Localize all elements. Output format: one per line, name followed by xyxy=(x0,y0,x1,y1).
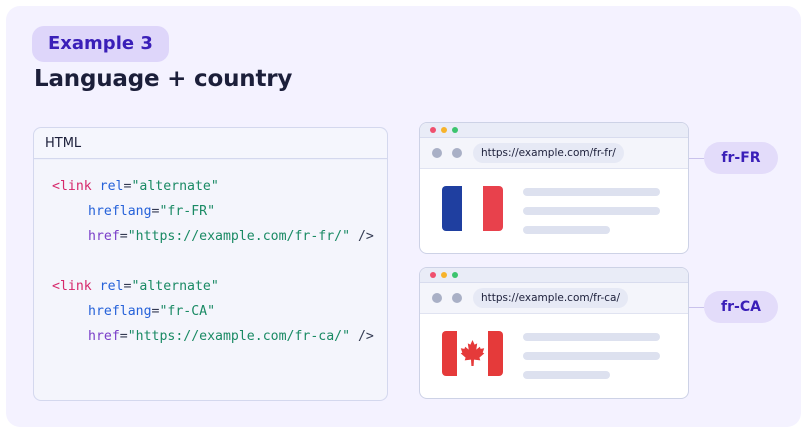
tag-name: <link xyxy=(52,179,92,194)
attr-value: "fr-CA" xyxy=(159,304,216,319)
connector-line xyxy=(689,307,705,308)
code-line: href="https://example.com/fr-ca/" /> xyxy=(88,329,374,344)
browser-titlebar xyxy=(420,123,688,138)
language-chip-fr-ca: fr-CA xyxy=(704,291,778,323)
browser-titlebar xyxy=(420,268,688,283)
minimize-dot-icon xyxy=(441,272,447,278)
browser-navbar: https://example.com/fr-ca/ xyxy=(420,283,688,314)
placeholder-text-line xyxy=(523,371,610,379)
browser-navbar: https://example.com/fr-fr/ xyxy=(420,138,688,169)
placeholder-text-line xyxy=(523,352,660,360)
tag-close: /> xyxy=(357,329,374,344)
back-icon xyxy=(432,148,442,158)
code-line: <link rel="alternate" xyxy=(52,279,219,294)
placeholder-text-line xyxy=(523,188,660,196)
minimize-dot-icon xyxy=(441,127,447,133)
browser-content xyxy=(420,314,688,398)
connector-line xyxy=(689,158,705,159)
code-line: href="https://example.com/fr-fr/" /> xyxy=(88,229,374,244)
browser-content xyxy=(420,169,688,253)
equals-sign: = xyxy=(119,229,128,244)
code-line: <link rel="alternate" xyxy=(52,179,219,194)
attr-value: "https://example.com/fr-fr/" xyxy=(127,229,351,244)
browser-window-fr-fr: https://example.com/fr-fr/ xyxy=(419,122,689,254)
attr-value: "alternate" xyxy=(131,179,219,194)
attr-name: rel xyxy=(99,279,124,294)
maximize-dot-icon xyxy=(452,127,458,133)
equals-sign: = xyxy=(119,329,128,344)
placeholder-text-line xyxy=(523,333,660,341)
forward-icon xyxy=(452,293,462,303)
code-panel-header: HTML xyxy=(34,128,387,159)
code-line: hreflang="fr-FR" xyxy=(88,204,215,219)
attr-name: hreflang xyxy=(88,304,152,319)
attr-value: "fr-FR" xyxy=(159,204,216,219)
address-bar: https://example.com/fr-fr/ xyxy=(473,143,624,163)
attr-name: href xyxy=(88,229,120,244)
close-dot-icon xyxy=(430,127,436,133)
code-panel: HTML <link rel="alternate" hreflang="fr-… xyxy=(33,127,388,401)
example-badge: Example 3 xyxy=(32,26,169,62)
france-flag-icon xyxy=(442,186,503,231)
close-dot-icon xyxy=(430,272,436,278)
attr-name: href xyxy=(88,329,120,344)
forward-icon xyxy=(452,148,462,158)
code-body: <link rel="alternate" hreflang="fr-FR" h… xyxy=(34,160,387,400)
language-chip-fr-fr: fr-FR xyxy=(704,142,778,174)
attr-value: "alternate" xyxy=(131,279,219,294)
address-bar: https://example.com/fr-ca/ xyxy=(473,288,629,308)
tag-close: /> xyxy=(357,229,374,244)
code-line: hreflang="fr-CA" xyxy=(88,304,215,319)
attr-name: hreflang xyxy=(88,204,152,219)
placeholder-text-line xyxy=(523,226,610,234)
tag-name: <link xyxy=(52,279,92,294)
canada-flag-icon xyxy=(442,331,503,376)
browser-window-fr-ca: https://example.com/fr-ca/ xyxy=(419,267,689,399)
page-title: Language + country xyxy=(34,66,293,92)
back-icon xyxy=(432,293,442,303)
placeholder-text-line xyxy=(523,207,660,215)
attr-value: "https://example.com/fr-ca/" xyxy=(127,329,351,344)
maximize-dot-icon xyxy=(452,272,458,278)
attr-name: rel xyxy=(99,179,124,194)
